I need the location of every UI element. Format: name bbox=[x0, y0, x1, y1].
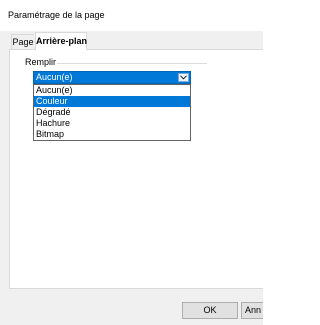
background-tab-panel: Remplir Aucun(e) Aucun(e) Couleur Dégrad… bbox=[9, 49, 263, 289]
tab-background[interactable]: Arrière-plan bbox=[35, 32, 87, 50]
fill-type-selected-value: Aucun(e) bbox=[36, 72, 73, 82]
dropdown-option-bitmap[interactable]: Bitmap bbox=[34, 129, 190, 140]
cancel-button[interactable]: Ann bbox=[241, 302, 263, 319]
title-bar[interactable]: Paramétrage de la page bbox=[0, 0, 263, 31]
dropdown-option-none[interactable]: Aucun(e) bbox=[34, 85, 190, 96]
fill-type-select[interactable]: Aucun(e) bbox=[33, 71, 191, 84]
fill-group-label: Remplir bbox=[24, 57, 58, 67]
ok-button[interactable]: OK bbox=[182, 302, 238, 319]
dialog-client-area: Page Arrière-plan Remplir Aucun(e) Aucun… bbox=[0, 31, 263, 325]
dropdown-option-color[interactable]: Couleur bbox=[34, 96, 190, 107]
window-title: Paramétrage de la page bbox=[8, 10, 105, 20]
dropdown-option-hatching[interactable]: Hachure bbox=[34, 118, 190, 129]
tab-page[interactable]: Page bbox=[11, 34, 34, 49]
fill-type-dropdown-list[interactable]: Aucun(e) Couleur Dégradé Hachure Bitmap bbox=[33, 84, 191, 141]
page-setup-dialog: Paramétrage de la page Page Arrière-plan… bbox=[0, 0, 263, 325]
chevron-down-icon bbox=[180, 75, 187, 80]
dropdown-option-gradient[interactable]: Dégradé bbox=[34, 107, 190, 118]
dropdown-button[interactable] bbox=[178, 73, 189, 82]
fill-group-divider bbox=[57, 63, 207, 64]
